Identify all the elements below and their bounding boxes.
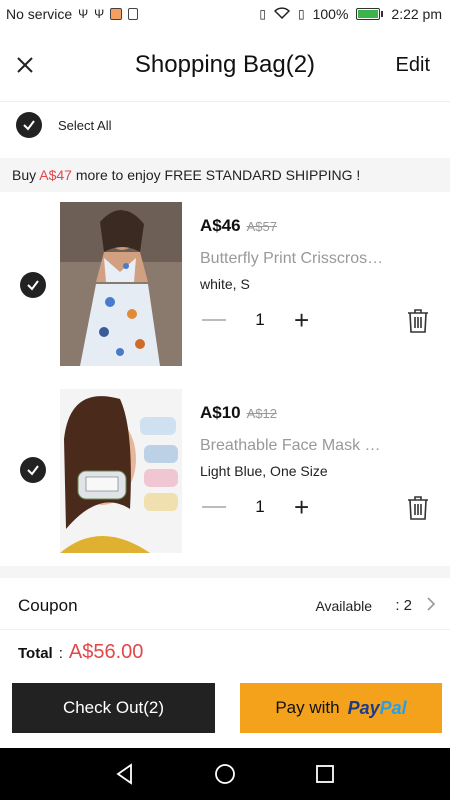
shipping-suffix: more to enjoy FREE STANDARD SHIPPING bbox=[71, 167, 353, 183]
item-info: A$46 A$57 Butterfly Print Crisscross Bac… bbox=[200, 216, 440, 292]
app-header: Shopping Bag(2) Edit bbox=[0, 30, 450, 102]
paypal-logo: PayPal bbox=[348, 698, 407, 719]
system-navigation-bar bbox=[0, 748, 450, 800]
quantity-stepper: 1 + bbox=[202, 307, 309, 333]
shipping-amount: A$47 bbox=[39, 167, 72, 183]
product-image[interactable] bbox=[60, 389, 182, 553]
quantity-value: 1 bbox=[255, 310, 265, 329]
minus-icon[interactable] bbox=[202, 506, 226, 508]
shipping-trail: ! bbox=[352, 167, 361, 183]
vibrate-icon: ▯ bbox=[259, 7, 266, 21]
shipping-prefix: Buy bbox=[12, 167, 40, 183]
minus-icon[interactable] bbox=[202, 319, 226, 321]
carrier-text: No service bbox=[6, 6, 73, 22]
usb-icon: Ψ bbox=[78, 7, 89, 21]
status-left: No service Ψ Ψ bbox=[6, 6, 139, 22]
total-row: Total : A$56.00 bbox=[18, 641, 143, 664]
quantity-stepper: 1 + bbox=[202, 494, 309, 520]
item-checkbox[interactable] bbox=[20, 457, 46, 483]
total-value: A$56.00 bbox=[68, 641, 144, 663]
paypal-logo-pay: Pay bbox=[347, 697, 380, 718]
section-divider bbox=[0, 566, 450, 578]
battery-percent: 100% bbox=[312, 6, 349, 22]
checkmark-icon bbox=[23, 120, 35, 131]
clock: 2:22 pm bbox=[391, 6, 442, 22]
quantity-value: 1 bbox=[255, 497, 265, 516]
plus-icon[interactable]: + bbox=[294, 307, 309, 333]
item-price: A$46 bbox=[200, 216, 241, 235]
back-icon[interactable] bbox=[113, 762, 137, 786]
item-price: A$10 bbox=[200, 403, 241, 422]
wifi-icon bbox=[273, 6, 291, 22]
home-icon[interactable] bbox=[213, 762, 237, 786]
trash-icon[interactable] bbox=[406, 308, 430, 334]
item-variant[interactable]: white, S bbox=[200, 276, 440, 292]
select-all-checkbox[interactable] bbox=[16, 112, 42, 138]
paypal-logo-pal: Pal bbox=[379, 697, 407, 718]
item-name[interactable]: Butterfly Print Crisscross Backless Set bbox=[200, 250, 390, 268]
usb-debug-icon: Ψ bbox=[94, 7, 105, 21]
notification-app-icon bbox=[110, 8, 123, 20]
coupon-available-label: Available bbox=[315, 598, 372, 614]
paypal-button[interactable]: Pay with PayPal bbox=[240, 683, 442, 733]
signal-icon: ▯ bbox=[297, 7, 305, 21]
recents-icon[interactable] bbox=[313, 762, 337, 786]
trash-icon[interactable] bbox=[406, 495, 430, 521]
checkmark-icon bbox=[27, 465, 39, 476]
total-label: Total bbox=[18, 645, 53, 662]
total-colon: : bbox=[58, 645, 63, 662]
coupon-row[interactable]: Coupon Available : 2 bbox=[0, 580, 450, 630]
coupon-label: Coupon bbox=[18, 596, 78, 615]
select-all-label: Select All bbox=[58, 117, 112, 133]
notification-sim-icon bbox=[128, 8, 139, 20]
item-old-price: A$57 bbox=[246, 219, 278, 234]
free-shipping-banner: Buy A$47 more to enjoy FREE STANDARD SHI… bbox=[0, 158, 450, 192]
checkmark-icon bbox=[27, 280, 39, 291]
item-variant[interactable]: Light Blue, One Size bbox=[200, 463, 440, 479]
chevron-right-icon bbox=[426, 596, 436, 617]
item-checkbox[interactable] bbox=[20, 272, 46, 298]
item-old-price: A$12 bbox=[246, 406, 278, 421]
price-row: A$46 A$57 bbox=[200, 216, 440, 236]
cart-item: A$46 A$57 Butterfly Print Crisscross Bac… bbox=[0, 202, 450, 372]
paypal-prefix: Pay with bbox=[275, 698, 340, 717]
page-title: Shopping Bag(2) bbox=[134, 51, 316, 78]
status-right: ▯ ▯ 100% 2:22 pm bbox=[259, 6, 442, 22]
edit-button[interactable]: Edit bbox=[396, 54, 430, 77]
plus-icon[interactable]: + bbox=[294, 494, 309, 520]
price-row: A$10 A$12 bbox=[200, 403, 440, 423]
select-all-row[interactable]: Select All bbox=[16, 112, 111, 138]
cart-item: A$10 A$12 Breathable Face Mask With Clea… bbox=[0, 389, 450, 559]
coupon-count: : 2 bbox=[395, 597, 412, 614]
checkout-button[interactable]: Check Out(2) bbox=[12, 683, 215, 733]
item-info: A$10 A$12 Breathable Face Mask With Clea… bbox=[200, 403, 440, 479]
item-name[interactable]: Breathable Face Mask With Clear Window bbox=[200, 437, 390, 455]
product-image[interactable] bbox=[60, 202, 182, 366]
battery-icon bbox=[356, 8, 384, 20]
status-bar: No service Ψ Ψ ▯ ▯ 100% 2:22 pm bbox=[0, 0, 450, 30]
